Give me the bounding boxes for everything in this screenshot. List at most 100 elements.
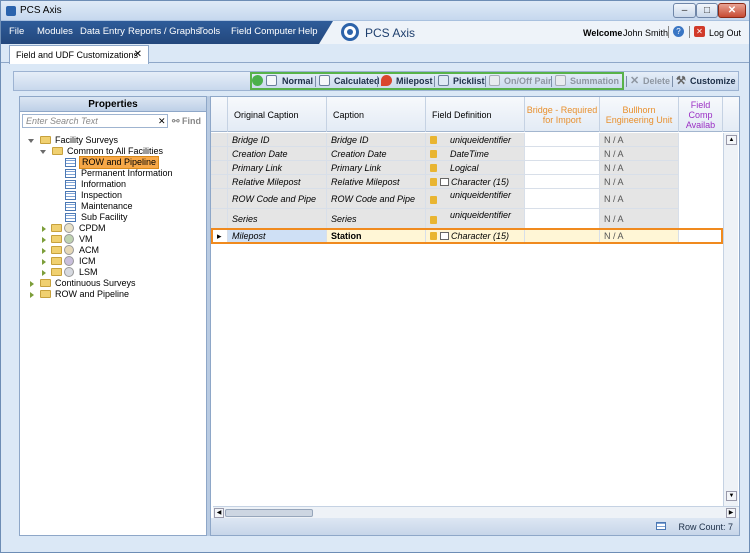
menu-modules[interactable]: Modules [37,26,73,37]
cell-bridge-required[interactable] [525,175,600,188]
definition-label: Character (15) [451,176,510,187]
expand-arrow-icon[interactable] [40,150,46,154]
row-selector[interactable] [211,147,228,160]
menu-field-computer[interactable]: Field Computer [231,26,296,37]
calculated-button[interactable]: Calculated [334,76,380,86]
expand-arrow-icon[interactable] [30,292,34,298]
cell-bullhorn: N / A [600,189,679,208]
table-row[interactable]: ROW Code and Pipe ROW Code and Pipe uniq… [211,189,679,209]
vertical-scrollbar[interactable]: ▲ ▼ [723,133,738,506]
tree-item-continuous-surveys[interactable]: Continuous Surveys [30,278,180,289]
cell-bridge-required[interactable] [525,147,600,160]
properties-panel: Properties Enter Search Text ✕ ⚯ Find Fa… [19,96,207,536]
add-icon[interactable] [252,75,263,86]
logout-link[interactable]: Log Out [709,28,741,38]
search-input[interactable]: Enter Search Text [22,114,168,128]
scroll-thumb[interactable] [225,509,313,517]
row-selector[interactable] [211,209,228,228]
tree-item-cpdm[interactable]: CPDM [42,223,172,234]
row-selector[interactable] [211,189,228,208]
tree-item-permanent-information[interactable]: Permanent Information [65,168,195,179]
cell-field-definition: Character (15) [426,175,525,188]
menu-help[interactable]: Help [298,26,318,37]
row-selector[interactable] [211,161,228,174]
customize-button[interactable]: Customize [690,76,736,86]
expand-arrow-icon[interactable] [42,248,46,254]
close-tab-icon[interactable]: ✕ [134,49,142,60]
tree-item-facility-surveys[interactable]: Facility Surveys [28,135,178,146]
expand-arrow-icon[interactable] [28,139,34,143]
expand-arrow-icon[interactable] [42,259,46,265]
tree-item-row-and-pipeline[interactable]: ROW and Pipeline [30,289,180,300]
cell-bridge-required[interactable] [525,189,600,208]
summation-button[interactable]: Summation [570,76,619,86]
help-icon[interactable]: ? [673,26,684,37]
tree-item-sub-facility[interactable]: Sub Facility [65,212,195,223]
picklist-button[interactable]: Picklist [453,76,485,86]
tree-item-acm[interactable]: ACM [42,245,172,256]
table-row[interactable]: Relative Milepost Relative Milepost Char… [211,175,679,189]
cell-caption-editing[interactable]: Station [327,230,426,242]
separator [315,76,316,87]
column-field-definition[interactable]: Field Definition [426,97,525,132]
table-row[interactable]: Series Series uniqueidentifier N / A [211,209,679,229]
milepost-button[interactable]: Milepost [396,76,433,86]
normal-button[interactable]: Normal [282,76,313,86]
tree-label: Continuous Surveys [55,278,136,288]
maximize-button[interactable]: □ [696,3,718,18]
cell-caption[interactable]: Series [327,209,426,228]
expand-arrow-icon[interactable] [42,270,46,276]
menu-file[interactable]: File [9,26,24,37]
scroll-up-icon[interactable]: ▲ [726,135,737,145]
column-bullhorn-unit[interactable]: Bullhorn Engineering Unit [600,97,679,132]
scroll-left-icon[interactable]: ◀ [214,508,224,518]
cell-caption[interactable]: Primary Link [327,161,426,174]
expand-arrow-icon[interactable] [42,237,46,243]
row-selector[interactable] [211,133,228,146]
clear-search-icon[interactable]: ✕ [158,116,166,127]
cell-field-definition: DateTime [426,147,525,160]
column-bridge-required[interactable]: Bridge - Required for Import [525,97,600,132]
expand-arrow-icon[interactable] [42,226,46,232]
definition-label: uniqueidentifier [450,210,512,220]
row-selector[interactable] [211,175,228,188]
table-row[interactable]: Creation Date Creation Date DateTime N /… [211,147,679,161]
tab-field-udf-customizations[interactable]: Field and UDF Customizations ✕ [9,45,149,64]
tree-item-icm[interactable]: ICM [42,256,172,267]
menu-tools[interactable]: Tools [198,26,220,37]
tree-item-information[interactable]: Information [65,179,195,190]
folder-icon [51,224,62,232]
menu-data-entry[interactable]: Data Entry [80,26,125,37]
cell-caption[interactable]: Creation Date [327,147,426,160]
onoff-pair-button[interactable]: On/Off Pair [504,76,552,86]
cell-caption[interactable]: ROW Code and Pipe [327,189,426,208]
scroll-down-icon[interactable]: ▼ [726,491,737,501]
tree-item-lsm[interactable]: LSM [42,267,172,278]
tree-item-vm[interactable]: VM [42,234,172,245]
column-original-caption[interactable]: Original Caption [228,97,327,132]
cell-bridge-required[interactable] [525,161,600,174]
table-row[interactable]: Bridge ID Bridge ID uniqueidentifier N /… [211,133,679,147]
cell-caption[interactable]: Bridge ID [327,133,426,146]
close-window-button[interactable]: ✕ [718,3,746,18]
table-row-active[interactable]: ▸ Milepost Station Character (15) N / A [211,228,723,244]
column-caption[interactable]: Caption [327,97,426,132]
cell-bridge-required[interactable] [525,209,600,228]
menu-reports-graphs[interactable]: Reports / Graphs [128,26,200,37]
tree-item-maintenance[interactable]: Maintenance [65,201,195,212]
table-row[interactable]: Primary Link Primary Link Logical N / A [211,161,679,175]
column-field-computer[interactable]: Field Comp Availab [679,97,723,132]
delete-button[interactable]: Delete [643,76,670,86]
logout-icon[interactable]: ✕ [694,26,705,37]
cell-bridge-required[interactable] [525,133,600,146]
separator [672,76,673,87]
expand-arrow-icon[interactable] [30,281,34,287]
minimize-button[interactable]: – [673,3,696,18]
tree-item-inspection[interactable]: Inspection [65,190,195,201]
find-button[interactable]: ⚯ Find [172,116,201,127]
scroll-right-icon[interactable]: ▶ [726,508,736,518]
horizontal-scrollbar[interactable]: ◀ ▶ [213,506,739,518]
cell-caption[interactable]: Relative Milepost [327,175,426,188]
cell-bridge-required[interactable] [525,230,600,242]
tree-item-row-pipeline-selected[interactable]: ROW and Pipeline [65,156,185,169]
